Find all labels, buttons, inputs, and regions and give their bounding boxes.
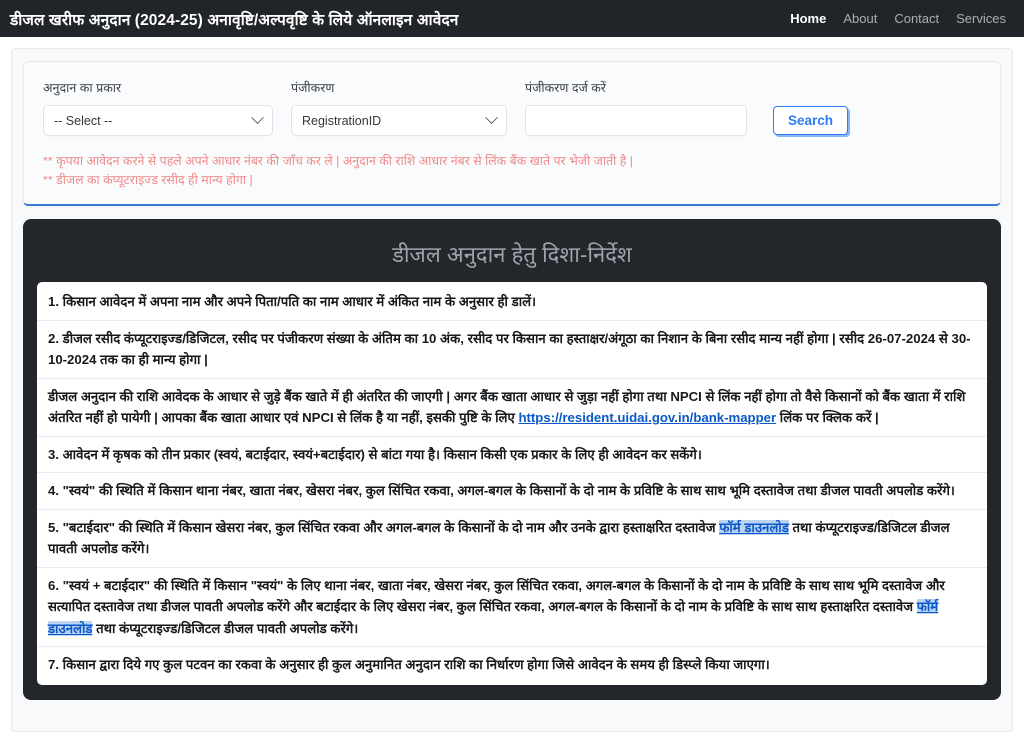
notice-line-2: ** डीजल का कंप्यूटराइज्ड रसीद ही मान्य ह… [43, 173, 253, 187]
registration-value: RegistrationID [302, 113, 382, 128]
search-button[interactable]: Search [773, 106, 849, 135]
form-download-link[interactable]: फॉर्म डाउनलोड [719, 519, 789, 535]
nav-link-about[interactable]: About [843, 11, 877, 26]
guidelines-list: 1. किसान आवेदन में अपना नाम और अपने पिता… [37, 282, 987, 685]
nav-link-contact[interactable]: Contact [894, 11, 939, 26]
chevron-down-icon [485, 111, 498, 125]
chevron-down-icon [251, 111, 264, 125]
nav-link-services[interactable]: Services [956, 11, 1006, 26]
registration-label: पंजीकरण [291, 81, 335, 95]
guideline-item-5: 4. "स्वयं" की स्थिति में किसान थाना नंबर… [37, 473, 987, 510]
grant-type-value: -- Select -- [54, 113, 113, 128]
guideline-item-6-text-before: 5. "बटाईदार" की स्थिति में किसान खेसरा न… [48, 519, 720, 535]
navbar: डीजल खरीफ अनुदान (2024-25) अनावृष्टि/अल्… [0, 0, 1024, 37]
guideline-item-7: 6. "स्वयं + बटाईदार" की स्थिति में किसान… [37, 568, 987, 647]
registration-entry-label: पंजीकरण दर्ज करें [525, 81, 606, 95]
registration-input[interactable] [525, 105, 747, 136]
notice-line-1: ** कृपया आवेदन करने से पहले अपने आधार नं… [43, 154, 633, 168]
registration-group: पंजीकरण RegistrationID [291, 79, 525, 136]
registration-select[interactable]: RegistrationID [291, 105, 507, 136]
guideline-item-1: 1. किसान आवेदन में अपना नाम और अपने पिता… [37, 284, 987, 321]
registration-entry-group: पंजीकरण दर्ज करें [525, 79, 765, 136]
search-button-group: Search [765, 106, 866, 136]
page-title: डीजल खरीफ अनुदान (2024-25) अनावृष्टि/अल्… [10, 11, 459, 29]
guideline-item-2: 2. डीजल रसीद कंप्यूटराइज्ड/डिजिटल, रसीद … [37, 321, 987, 379]
guideline-item-8: 7. किसान द्वारा दिये गए कुल पटवन का रकवा… [48, 657, 770, 672]
guidelines-title: डीजल अनुदान हेतु दिशा-निर्देश [392, 242, 632, 267]
nav-link-home[interactable]: Home [790, 11, 826, 26]
search-form: अनुदान का प्रकार -- Select -- पंजीकरण Re… [43, 79, 981, 136]
grant-type-group: अनुदान का प्रकार -- Select -- [43, 79, 291, 136]
search-card: अनुदान का प्रकार -- Select -- पंजीकरण Re… [23, 61, 1001, 206]
content-container: अनुदान का प्रकार -- Select -- पंजीकरण Re… [11, 48, 1013, 732]
guideline-item-3-text-after: लिंक पर क्लिक करें | [776, 410, 879, 425]
grant-type-label: अनुदान का प्रकार [43, 81, 122, 95]
guideline-item-4: 3. आवेदन में कृषक को तीन प्रकार (स्वयं, … [37, 437, 987, 473]
guideline-item-6: 5. "बटाईदार" की स्थिति में किसान खेसरा न… [37, 510, 987, 568]
grant-type-select[interactable]: -- Select -- [43, 105, 273, 136]
notices: ** कृपया आवेदन करने से पहले अपने आधार नं… [43, 152, 981, 190]
guideline-item-7-text-before: 6. "स्वयं + बटाईदार" की स्थिति में किसान… [48, 577, 945, 615]
guideline-item-7-text-after: तथा कंप्यूटराइज्ड/डिजिटल डीजल पावती अपलो… [92, 620, 359, 636]
page-wrap: अनुदान का प्रकार -- Select -- पंजीकरण Re… [0, 37, 1024, 732]
guideline-item-3: डीजल अनुदान की राशि आवेदक के आधार से जुड… [37, 379, 987, 437]
bank-mapper-link[interactable]: https://resident.uidai.gov.in/bank-mappe… [518, 410, 776, 425]
nav-links: Home About Contact Services [790, 11, 1010, 26]
guidelines-panel: डीजल अनुदान हेतु दिशा-निर्देश 1. किसान आ… [23, 219, 1001, 700]
